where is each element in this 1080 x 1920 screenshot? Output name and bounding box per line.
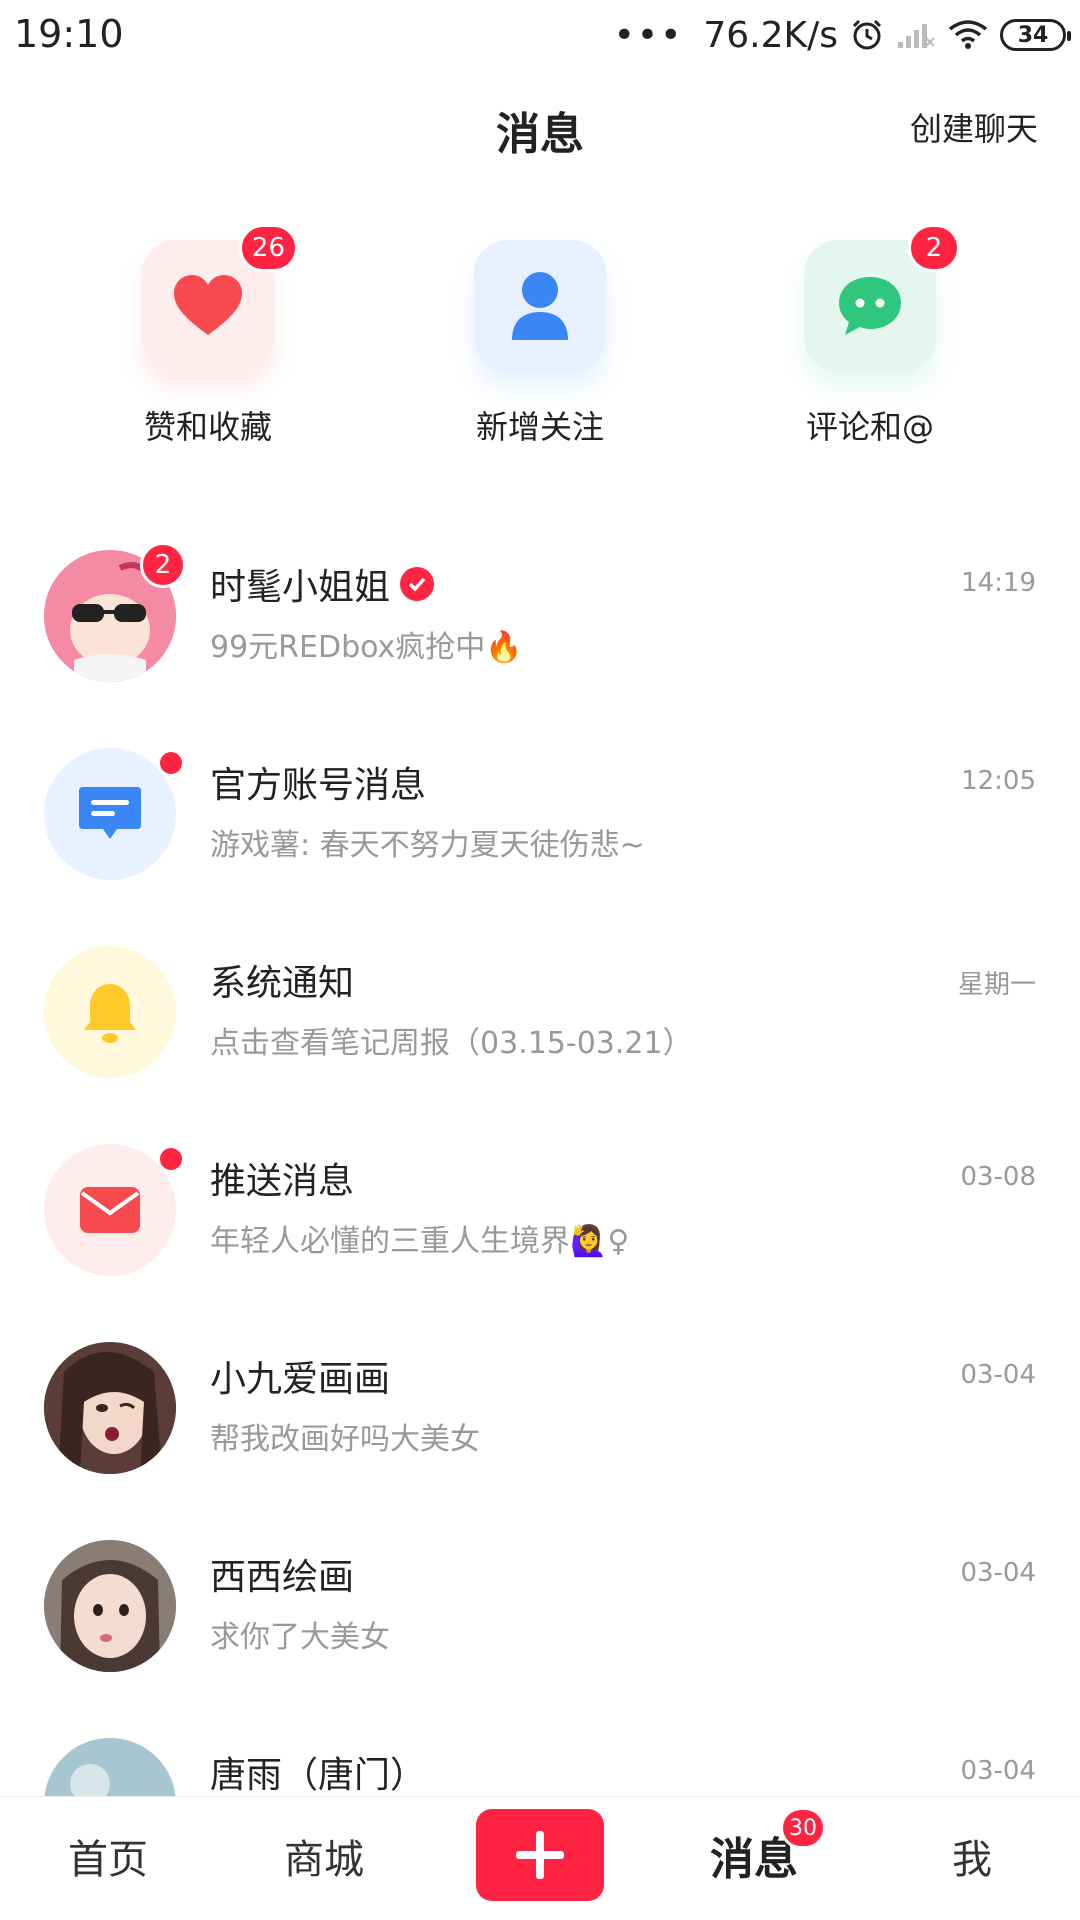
contact-name: 系统通知 <box>210 963 355 1004</box>
likes-badge: 26 <box>238 224 298 272</box>
bell-icon <box>84 984 136 1043</box>
signal-icon <box>896 20 936 50</box>
avatar-wrap <box>44 1144 182 1276</box>
message-time: 03-04 <box>960 1558 1036 1588</box>
avatar-wrap <box>44 748 182 880</box>
publish-button[interactable] <box>476 1809 604 1901</box>
plus-icon <box>516 1831 564 1879</box>
contact-name-row: 推送消息 <box>210 1152 354 1204</box>
status-right: ••• 76.2K/s 34 <box>613 10 1071 60</box>
message-preview: 99元REDbox疯抢中🔥 <box>210 630 523 665</box>
list-item[interactable]: 西西绘画 求你了大美女 03-04 <box>0 1530 1080 1728</box>
message-preview: 帮我改画好吗大美女 <box>210 1422 480 1457</box>
unread-dot <box>160 1148 182 1170</box>
avatar <box>44 946 176 1078</box>
comments-tile: 2 <box>804 224 960 372</box>
comments-label: 评论和@ <box>805 408 934 446</box>
nav-home[interactable]: 首页 <box>48 1827 168 1885</box>
avatar <box>44 748 176 880</box>
likes-label: 赞和收藏 <box>143 408 272 446</box>
contact-name-row: 时髦小姐姐 <box>210 558 435 610</box>
contact-name-row: 系统通知 <box>210 954 354 1006</box>
messages-badge: 30 <box>780 1807 826 1849</box>
avatar <box>44 1540 176 1672</box>
header: 消息 创建聊天 <box>0 90 1080 160</box>
heart-icon <box>174 275 242 335</box>
chat-bubble-icon <box>839 277 901 335</box>
status-dots: ••• <box>613 14 684 56</box>
wifi-icon <box>948 19 988 51</box>
status-bar: 19:10 ••• 76.2K/s 34 <box>0 0 1080 70</box>
followers-label: 新增关注 <box>475 408 604 446</box>
message-preview: 年轻人必懂的三重人生境界🙋‍♀️♀ <box>210 1224 630 1259</box>
nav-messages[interactable]: 消息 30 <box>694 1807 826 1887</box>
contact-name: 推送消息 <box>210 1161 355 1202</box>
nav-me[interactable]: 我 <box>912 1827 1032 1885</box>
avatar <box>44 1342 176 1474</box>
message-time: 星期一 <box>957 970 1036 1000</box>
battery-icon: 34 <box>1000 19 1071 51</box>
contact-name: 时髦小姐姐 <box>210 567 391 608</box>
list-item[interactable]: 系统通知 点击查看笔记周报（03.15-03.21） 星期一 <box>0 936 1080 1134</box>
message-time: 03-04 <box>960 1756 1036 1786</box>
quick-actions: 26 赞和收藏 新增关注 2 评论和@ <box>0 224 1080 460</box>
bottom-nav: 首页 商城 消息 30 我 <box>0 1796 1080 1920</box>
message-preview: 游戏薯: 春天不努力夏天徒伤悲~ <box>210 828 645 863</box>
contact-name-row: 官方账号消息 <box>210 756 426 808</box>
message-preview: 点击查看笔记周报（03.15-03.21） <box>210 1026 693 1061</box>
verified-icon <box>400 567 435 601</box>
person-icon <box>512 272 568 340</box>
message-time: 03-08 <box>960 1162 1036 1192</box>
likes-tile: 26 <box>142 224 298 372</box>
avatar-wrap <box>44 946 176 1078</box>
followers-tile <box>474 240 606 372</box>
avatar <box>44 1144 176 1276</box>
contact-name: 小九爱画画 <box>210 1359 391 1400</box>
message-list: 2 时髦小姐姐 99元REDbox疯抢中🔥 14:19 官方账号消息 游戏薯: … <box>0 540 1080 1920</box>
list-item[interactable]: 2 时髦小姐姐 99元REDbox疯抢中🔥 14:19 <box>0 540 1080 738</box>
message-time: 14:19 <box>961 568 1036 598</box>
comments-and-mentions-button[interactable]: 2 评论和@ <box>770 224 970 448</box>
network-speed: 76.2K/s <box>703 14 838 56</box>
list-item[interactable]: 推送消息 年轻人必懂的三重人生境界🙋‍♀️♀ 03-08 <box>0 1134 1080 1332</box>
message-time: 12:05 <box>961 766 1036 796</box>
alarm-icon <box>850 18 884 52</box>
unread-badge: 2 <box>140 542 186 588</box>
child-photo-avatar-image <box>44 1540 176 1672</box>
contact-name: 唐雨（唐门） <box>210 1755 427 1796</box>
new-followers-button[interactable]: 新增关注 <box>440 240 640 448</box>
status-time: 19:10 <box>14 12 124 56</box>
contact-name-row: 西西绘画 <box>210 1548 354 1600</box>
unread-dot <box>160 752 182 774</box>
message-icon <box>79 787 141 839</box>
contact-name-row: 唐雨（唐门） <box>210 1746 426 1798</box>
list-item[interactable]: 官方账号消息 游戏薯: 春天不努力夏天徒伤悲~ 12:05 <box>0 738 1080 936</box>
nav-mall[interactable]: 商城 <box>264 1827 384 1885</box>
list-item[interactable]: 小九爱画画 帮我改画好吗大美女 03-04 <box>0 1332 1080 1530</box>
contact-name: 西西绘画 <box>210 1557 355 1598</box>
contact-name: 官方账号消息 <box>210 765 427 806</box>
contact-name-row: 小九爱画画 <box>210 1350 390 1402</box>
illustrated-girl-avatar-image <box>44 1342 176 1474</box>
message-time: 03-04 <box>960 1360 1036 1390</box>
avatar-wrap <box>44 1540 176 1672</box>
message-preview: 求你了大美女 <box>210 1620 390 1655</box>
likes-and-favorites-button[interactable]: 26 赞和收藏 <box>108 224 308 448</box>
avatar-wrap: 2 <box>44 542 186 682</box>
battery-level: 34 <box>1017 22 1049 48</box>
envelope-icon <box>80 1187 140 1233</box>
avatar-wrap <box>44 1342 176 1474</box>
comments-badge: 2 <box>908 224 960 272</box>
create-chat-button[interactable]: 创建聊天 <box>910 104 1038 150</box>
